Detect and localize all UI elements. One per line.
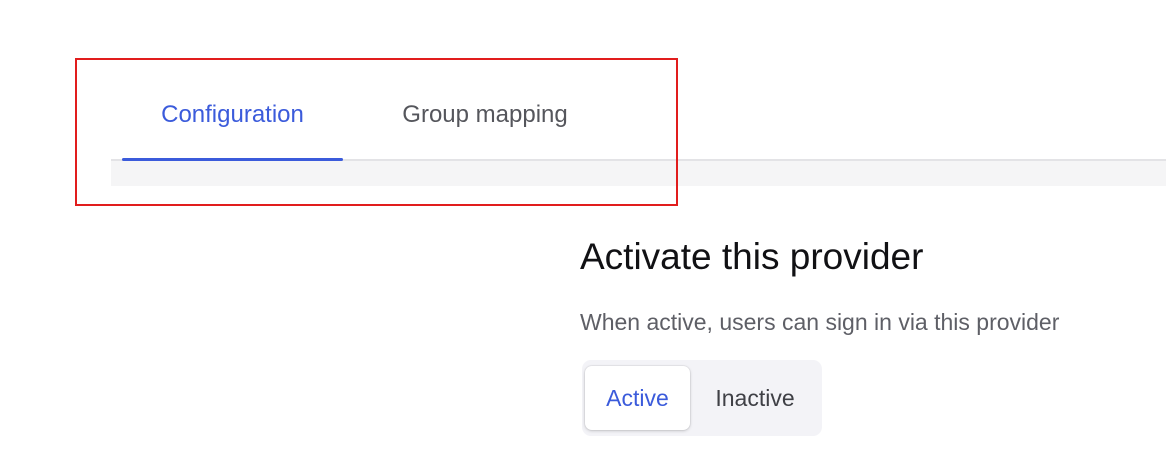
tab-configuration-label: Configuration bbox=[161, 100, 304, 128]
active-option-label: Active bbox=[606, 384, 669, 411]
tab-configuration[interactable]: Configuration bbox=[122, 70, 343, 161]
inactive-option-label: Inactive bbox=[715, 384, 795, 411]
tab-list: Configuration Group mapping bbox=[111, 70, 1166, 161]
tab-group-mapping[interactable]: Group mapping bbox=[379, 70, 591, 159]
tab-panel-top bbox=[111, 161, 1166, 186]
page: Configuration Group mapping Activate thi… bbox=[0, 0, 1166, 470]
tab-group-mapping-label: Group mapping bbox=[402, 100, 568, 128]
section-description: When active, users can sign in via this … bbox=[580, 309, 1060, 335]
activation-toggle: Active Inactive bbox=[582, 360, 822, 436]
section-title: Activate this provider bbox=[580, 236, 924, 277]
inactive-option-button[interactable]: Inactive bbox=[694, 366, 816, 430]
active-option-button[interactable]: Active bbox=[585, 366, 690, 430]
tab-bar: Configuration Group mapping bbox=[111, 70, 1166, 186]
